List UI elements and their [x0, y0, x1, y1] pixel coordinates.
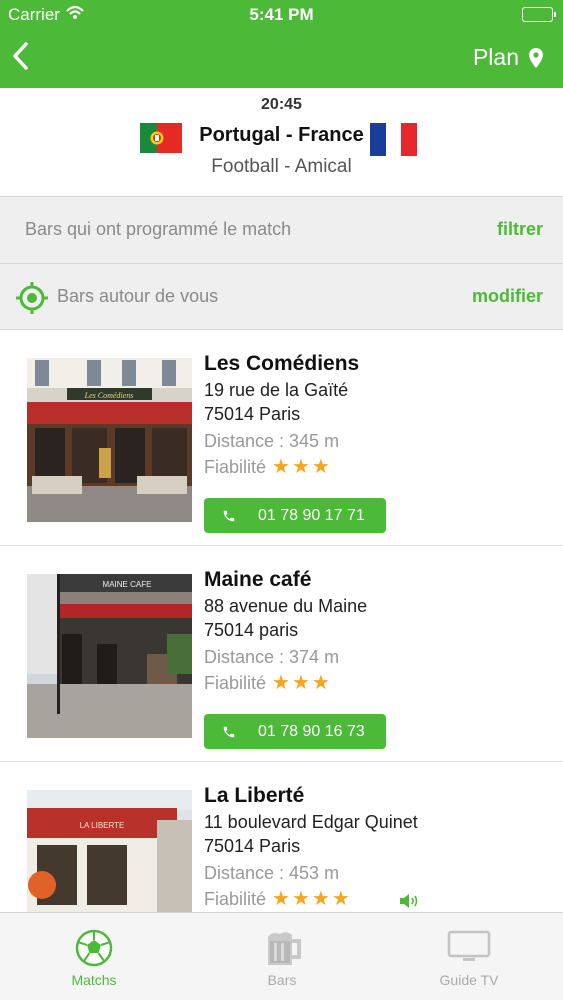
bar-reliability: Fiabilité ★★★★	[204, 886, 418, 912]
svg-text:Les Comédiens: Les Comédiens	[84, 391, 134, 400]
reliability-label: Fiabilité	[204, 889, 267, 909]
tv-icon	[375, 929, 563, 969]
bar-info: La Liberté 11 boulevard Edgar Quinet 750…	[204, 782, 418, 912]
bar-name: La Liberté	[204, 784, 305, 807]
phone-number: 01 78 90 16 73	[258, 722, 365, 740]
list-item[interactable]: MAINE CAFE Maine café 88 avenue du Maine…	[0, 546, 563, 762]
bar-address-line1: 88 avenue du Maine	[204, 596, 368, 616]
back-button[interactable]	[10, 40, 30, 72]
map-button-label: Plan	[472, 44, 519, 70]
battery-icon	[522, 7, 556, 22]
phone-icon	[223, 510, 235, 521]
bar-reliability: Fiabilité ★★★	[204, 454, 359, 480]
bar-address-line1: 11 boulevard Edgar Quinet	[204, 812, 418, 832]
call-button[interactable]: 01 78 90 16 73	[204, 714, 386, 749]
tab-matchs[interactable]: Matchs	[0, 913, 188, 1000]
bar-name: Maine café	[204, 568, 312, 591]
phone-number: 01 78 90 17 71	[258, 506, 365, 524]
bar-info: Les Comédiens 19 rue de la Gaïté 75014 P…	[204, 350, 359, 480]
bar-name: Les Comédiens	[204, 352, 360, 375]
phone-icon	[223, 726, 235, 737]
bar-address-line2: 75014 Paris	[204, 404, 301, 424]
football-icon	[0, 929, 188, 969]
reliability-label: Fiabilité	[204, 457, 267, 477]
tab-label: Matchs	[71, 972, 117, 988]
beer-mug-icon	[188, 929, 376, 969]
location-target-icon	[16, 282, 48, 314]
sound-icon	[400, 894, 418, 908]
top-bar: Carrier 5:41 PM Plan	[0, 0, 563, 88]
bar-photo: MAINE CAFE	[27, 574, 192, 738]
scheduled-bars-label: Bars qui ont programmé le match	[25, 219, 292, 239]
match-teams: Portugal - France	[199, 124, 364, 146]
nav-bar: Plan	[0, 30, 563, 88]
tab-label: Guide TV	[439, 972, 499, 988]
match-subtitle: Football - Amical	[211, 156, 352, 177]
bar-distance: Distance : 345 m	[204, 431, 340, 451]
status-time: 5:41 PM	[249, 5, 314, 24]
status-bar: Carrier 5:41 PM	[0, 0, 563, 30]
tab-guide-tv[interactable]: Guide TV	[375, 913, 563, 1000]
star-rating-icon: ★★★	[272, 672, 332, 694]
reliability-label: Fiabilité	[204, 673, 267, 693]
bar-address-line2: 75014 Paris	[204, 836, 301, 856]
match-time: 20:45	[261, 96, 302, 113]
tab-bars[interactable]: Bars	[188, 913, 376, 1000]
nearby-bars-row: Bars autour de vous modifier	[0, 263, 563, 330]
france-flag-icon	[370, 123, 417, 156]
filter-button[interactable]: filtrer	[497, 219, 543, 240]
modify-location-button[interactable]: modifier	[472, 286, 543, 307]
chevron-left-icon	[13, 42, 28, 70]
match-header: 20:45 Portugal - France Football - Amica…	[0, 88, 563, 196]
nearby-bars-label: Bars autour de vous	[57, 286, 219, 306]
map-pin-icon	[529, 47, 543, 68]
call-button[interactable]: 01 78 90 17 71	[204, 498, 386, 533]
bar-distance: Distance : 374 m	[204, 647, 340, 667]
map-button[interactable]: Plan	[473, 44, 543, 71]
bar-photo: Les Comédiens	[27, 358, 192, 522]
bar-reliability: Fiabilité ★★★	[204, 670, 367, 696]
star-rating-icon: ★★★★	[272, 888, 352, 910]
scheduled-bars-row: Bars qui ont programmé le match filtrer	[0, 196, 563, 263]
bar-address-line2: 75014 paris	[204, 620, 299, 640]
bar-info: Maine café 88 avenue du Maine 75014 pari…	[204, 566, 367, 696]
screen: Carrier 5:41 PM Plan 20:45 Portugal - Fr…	[0, 0, 563, 1000]
tab-bar: Matchs Bars Guide TV	[0, 912, 563, 1000]
bar-distance: Distance : 453 m	[204, 863, 340, 883]
bar-address-line1: 19 rue de la Gaïté	[204, 380, 349, 400]
svg-text:MAINE CAFE: MAINE CAFE	[103, 580, 152, 589]
star-rating-icon: ★★★	[272, 456, 332, 478]
list-item[interactable]: Les Comédiens Les Comédiens 19 rue de la…	[0, 330, 563, 546]
svg-text:LA LIBERTE: LA LIBERTE	[80, 821, 125, 830]
tab-label: Bars	[267, 972, 297, 988]
